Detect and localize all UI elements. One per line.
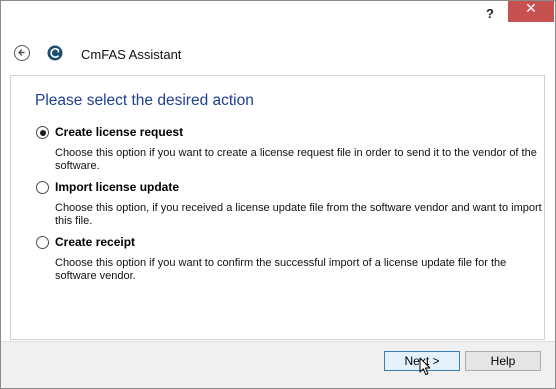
option-label[interactable]: Create receipt <box>55 235 135 249</box>
header: CmFAS Assistant <box>1 37 555 73</box>
assistant-window: ? ✕ CmFAS Assistant Please select the de… <box>0 0 556 389</box>
option-label[interactable]: Import license update <box>55 180 179 194</box>
button-bar: Next > Help <box>1 341 555 388</box>
radio-create-license-request[interactable] <box>36 126 49 139</box>
page-heading: Please select the desired action <box>35 92 254 109</box>
radio-create-receipt[interactable] <box>36 236 49 249</box>
help-title-button[interactable]: ? <box>475 5 505 23</box>
option-description: Choose this option if you want to create… <box>55 147 537 172</box>
cmfas-logo-icon <box>47 45 63 61</box>
back-arrow-icon[interactable] <box>14 45 30 61</box>
close-button[interactable]: ✕ <box>508 1 554 22</box>
option-description: Choose this option if you want to confir… <box>55 257 507 282</box>
radio-import-license-update[interactable] <box>36 181 49 194</box>
option-label[interactable]: Create license request <box>55 125 183 139</box>
app-title: CmFAS Assistant <box>81 47 182 62</box>
mouse-cursor-icon <box>419 357 431 380</box>
action-panel: Please select the desired action Create … <box>10 75 545 340</box>
title-bar: ? ✕ <box>1 1 555 29</box>
help-button[interactable]: Help <box>465 351 541 371</box>
option-description: Choose this option, if you received a li… <box>55 202 542 227</box>
